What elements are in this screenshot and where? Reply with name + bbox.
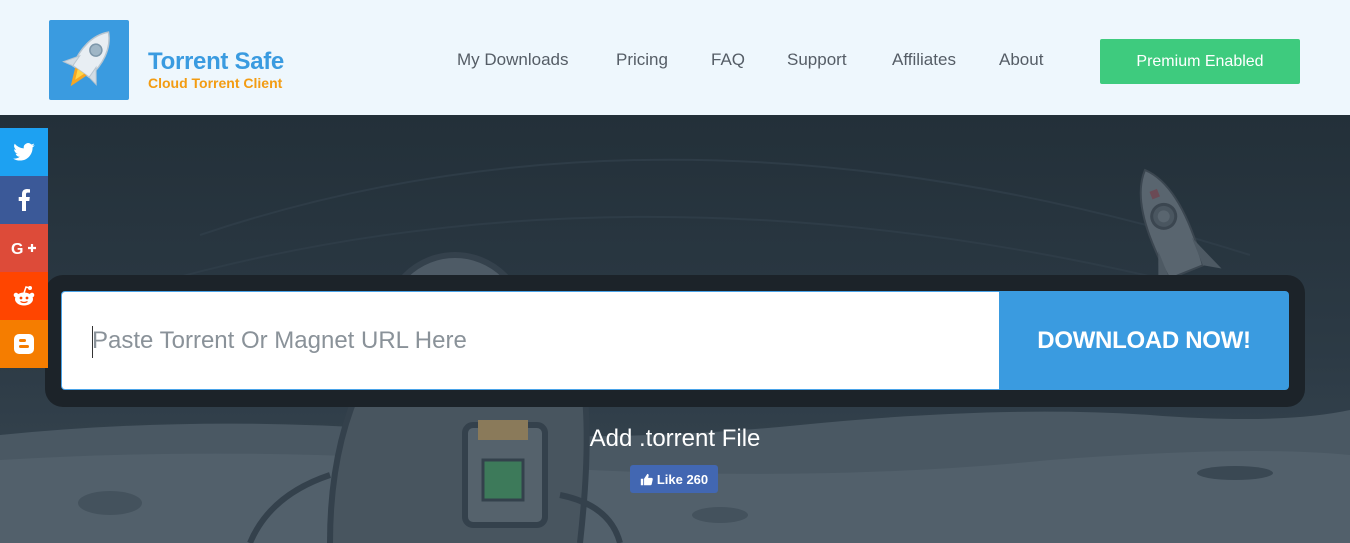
premium-enabled-button[interactable]: Premium Enabled (1100, 39, 1300, 84)
text-cursor (92, 326, 93, 358)
brand[interactable]: Torrent Safe Cloud Torrent Client (148, 48, 284, 92)
logo[interactable] (49, 20, 129, 100)
twitter-share-button[interactable] (0, 128, 48, 176)
search-box (61, 291, 999, 390)
facebook-icon (18, 189, 30, 211)
add-torrent-file-link[interactable]: Add .torrent File (0, 425, 1350, 453)
facebook-share-button[interactable] (0, 176, 48, 224)
social-share-bar: G (0, 128, 48, 368)
blogger-icon (14, 334, 34, 354)
blogger-share-button[interactable] (0, 320, 48, 368)
reddit-icon (13, 286, 35, 306)
thumbs-up-icon (640, 473, 653, 485)
download-now-button[interactable]: DOWNLOAD NOW! (999, 291, 1289, 390)
nav-support[interactable]: Support (787, 50, 847, 70)
nav-my-downloads[interactable]: My Downloads (457, 50, 569, 70)
torrent-url-input[interactable] (62, 292, 999, 389)
like-count-label: Like 260 (656, 471, 709, 487)
google-plus-share-button[interactable]: G (0, 224, 48, 272)
twitter-icon (13, 143, 35, 161)
brand-subtitle: Cloud Torrent Client (148, 75, 283, 91)
nav-pricing[interactable]: Pricing (616, 50, 668, 70)
rocket-icon (62, 31, 110, 87)
svg-text:G: G (11, 241, 23, 257)
nav-affiliates[interactable]: Affiliates (892, 50, 956, 70)
site-header: Torrent Safe Cloud Torrent Client My Dow… (0, 0, 1350, 115)
nav-faq[interactable]: FAQ (711, 50, 745, 70)
facebook-like-button[interactable]: Like 260 (630, 465, 718, 493)
google-plus-icon: G (11, 241, 36, 257)
nav-about[interactable]: About (999, 50, 1043, 70)
reddit-share-button[interactable] (0, 272, 48, 320)
brand-title: Torrent Safe (148, 48, 284, 75)
